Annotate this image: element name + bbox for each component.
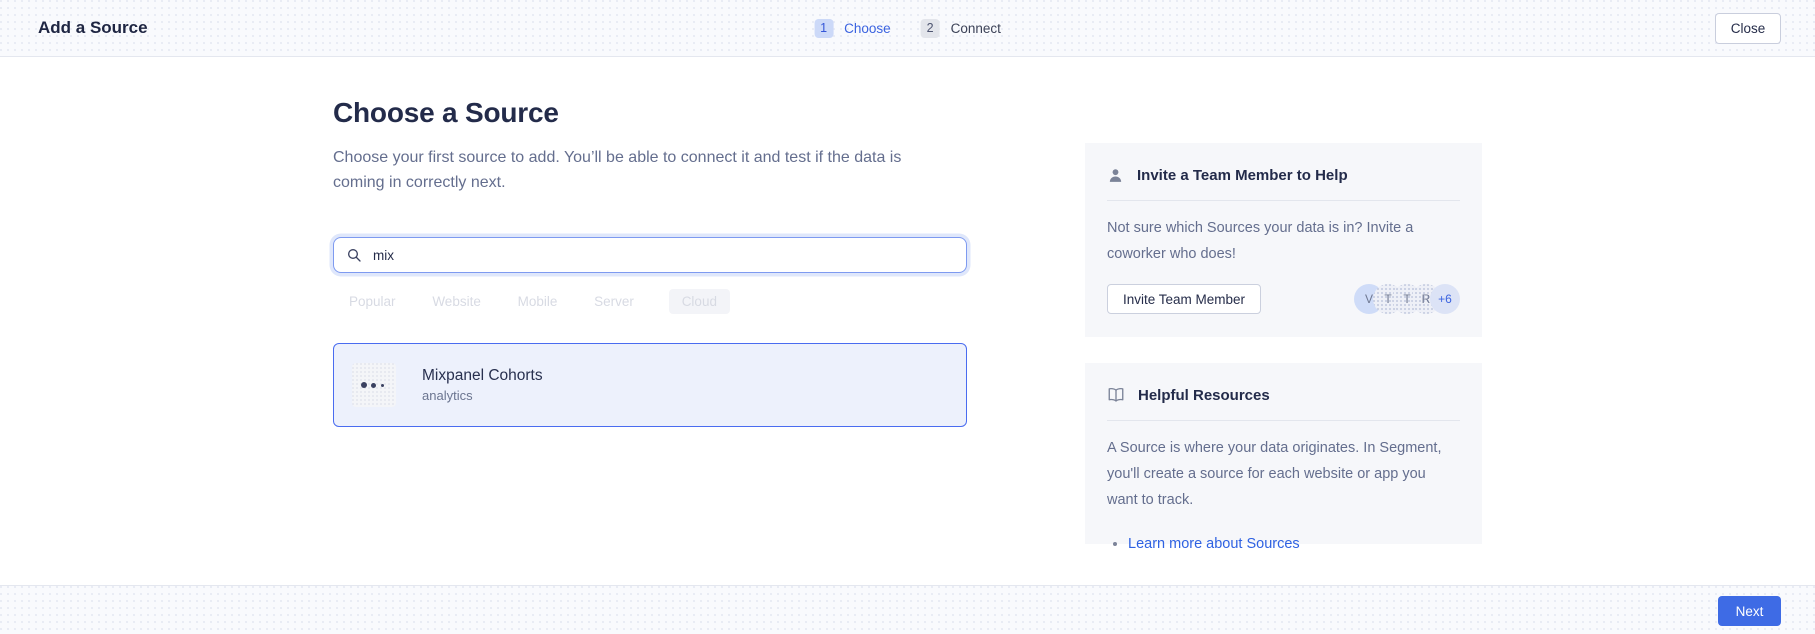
resources-section-body: A Source is where your data originates. … <box>1107 435 1460 513</box>
tab-cloud[interactable]: Cloud <box>669 289 730 314</box>
tab-website[interactable]: Website <box>430 290 483 313</box>
mixpanel-logo-placeholder-icon <box>352 363 396 407</box>
step-2-label: Connect <box>951 21 1001 36</box>
learn-more-sources-link[interactable]: Learn more about Sources <box>1128 536 1300 552</box>
category-tabs: Popular Website Mobile Server Cloud <box>347 288 730 314</box>
avatar-stack: V T T R +6 <box>1354 284 1460 314</box>
close-button[interactable]: Close <box>1715 13 1781 44</box>
resources-section-header: Helpful Resources <box>1107 381 1460 409</box>
person-icon <box>1107 167 1124 184</box>
tab-popular[interactable]: Popular <box>347 290 398 313</box>
stepper: 1 Choose 2 Connect <box>814 19 1001 38</box>
modal-footer: Next <box>0 585 1815 634</box>
resources-section-title: Helpful Resources <box>1138 387 1270 404</box>
next-button[interactable]: Next <box>1718 596 1781 626</box>
source-card-mixpanel-cohorts[interactable]: Mixpanel Cohorts analytics <box>333 343 967 427</box>
step-choose[interactable]: 1 Choose <box>814 19 891 38</box>
invite-section-divider <box>1107 200 1460 201</box>
page-heading: Choose a Source <box>333 97 559 129</box>
search-input[interactable] <box>362 247 954 264</box>
search-input-wrapper <box>333 237 967 273</box>
step-2-number: 2 <box>921 19 940 38</box>
resources-section: Helpful Resources A Source is where your… <box>1085 363 1482 544</box>
invite-section-header: Invite a Team Member to Help <box>1107 161 1460 189</box>
invite-section: Invite a Team Member to Help Not sure wh… <box>1085 143 1482 337</box>
step-1-number: 1 <box>814 19 833 38</box>
avatar-overflow-badge: +6 <box>1430 284 1460 314</box>
invite-team-member-button[interactable]: Invite Team Member <box>1107 284 1261 314</box>
open-book-icon <box>1107 386 1125 404</box>
step-connect[interactable]: 2 Connect <box>921 19 1001 38</box>
tab-server[interactable]: Server <box>592 290 636 313</box>
tab-mobile[interactable]: Mobile <box>516 290 560 313</box>
invite-row: Invite Team Member V T T R +6 <box>1107 284 1460 314</box>
invite-section-body: Not sure which Sources your data is in? … <box>1107 215 1437 267</box>
source-category: analytics <box>422 388 543 403</box>
resources-section-divider <box>1107 420 1460 421</box>
search-icon <box>346 247 362 263</box>
step-1-label: Choose <box>844 21 891 36</box>
page-title: Add a Source <box>38 18 148 38</box>
page-description: Choose your first source to add. You’ll … <box>333 146 931 195</box>
resources-link-list: Learn more about Sources <box>1107 536 1460 552</box>
invite-section-title: Invite a Team Member to Help <box>1137 167 1348 184</box>
add-source-modal: Add a Source 1 Choose 2 Connect Close Ch… <box>0 0 1815 634</box>
resources-list-item: Learn more about Sources <box>1128 536 1460 552</box>
source-card-text: Mixpanel Cohorts analytics <box>422 367 543 403</box>
modal-header: Add a Source 1 Choose 2 Connect Close <box>0 0 1815 57</box>
source-title: Mixpanel Cohorts <box>422 367 543 385</box>
